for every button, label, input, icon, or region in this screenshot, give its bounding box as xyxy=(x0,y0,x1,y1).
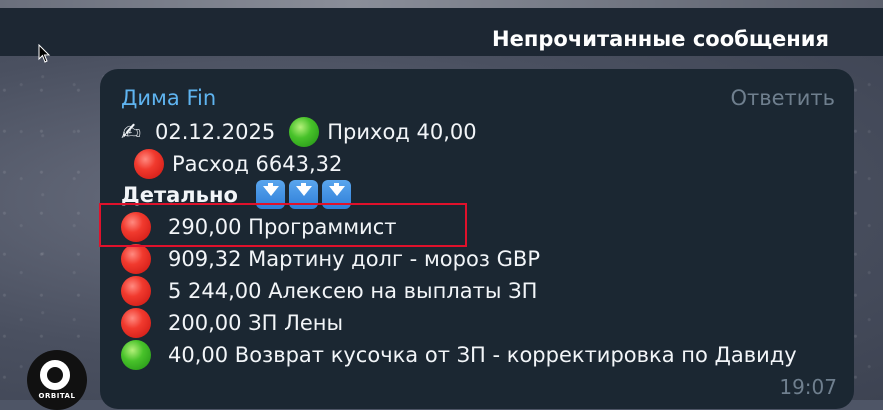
top-banner xyxy=(0,0,883,8)
green-circle-icon xyxy=(289,117,320,147)
avatar[interactable]: ORBITAL xyxy=(27,350,87,410)
reply-button[interactable]: Ответить xyxy=(730,86,835,110)
list-item: 40,00 Возврат кусочка от ЗП - корректиро… xyxy=(121,340,797,370)
orbital-logo-icon xyxy=(40,360,70,390)
expense-line: Расход 6643,32 xyxy=(134,149,342,179)
message-date: 02.12.2025 xyxy=(155,120,276,144)
income-label: Приход 40,00 xyxy=(327,120,477,144)
income-line: ✍ 02.12.2025 Приход 40,00 xyxy=(121,117,477,147)
expense-label: Расход 6643,32 xyxy=(172,152,343,176)
sender-name[interactable]: Дима Fin xyxy=(121,86,216,110)
red-circle-icon xyxy=(121,244,151,274)
list-item: 200,00 ЗП Лены xyxy=(121,308,343,338)
list-item-text: 200,00 ЗП Лены xyxy=(168,311,344,335)
red-circle-icon xyxy=(121,308,151,338)
unread-header-bar: Непрочитанные сообщения xyxy=(0,8,883,56)
list-item: 909,32 Мартину долг - мороз GBP xyxy=(121,244,540,274)
avatar-logo-text: ORBITAL xyxy=(38,392,76,400)
writing-hand-icon: ✍ xyxy=(121,118,142,146)
list-item-text: 40,00 Возврат кусочка от ЗП - корректиро… xyxy=(168,343,797,367)
unread-header-title: Непрочитанные сообщения xyxy=(492,27,829,51)
highlight-box xyxy=(99,203,467,247)
list-item-text: 909,32 Мартину долг - мороз GBP xyxy=(168,247,540,271)
green-circle-icon xyxy=(121,340,151,370)
cursor-icon xyxy=(38,44,51,63)
red-circle-icon xyxy=(134,149,164,179)
message-time: 19:07 xyxy=(779,375,837,399)
red-circle-icon xyxy=(121,276,151,306)
list-item: 5 244,00 Алексею на выплаты ЗП xyxy=(121,276,537,306)
list-item-text: 5 244,00 Алексею на выплаты ЗП xyxy=(168,279,538,303)
